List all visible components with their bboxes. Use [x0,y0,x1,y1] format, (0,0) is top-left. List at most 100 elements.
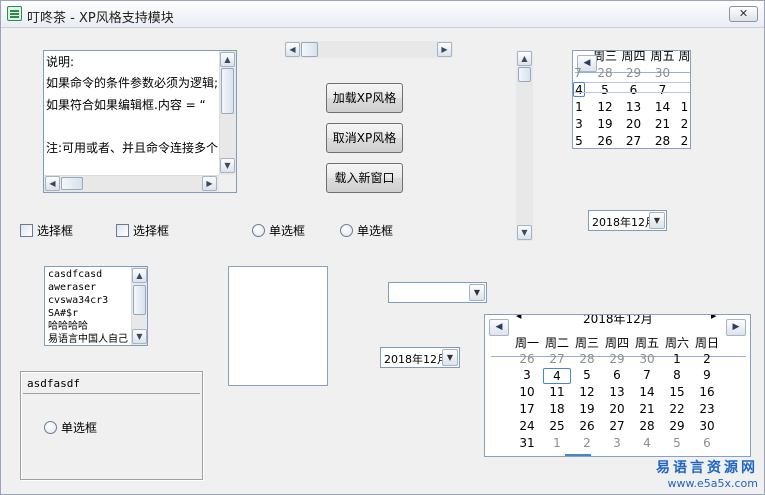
calendar-day[interactable]: 29 [619,66,648,80]
description-textarea[interactable]: 说明: 如果命令的条件参数必须为逻辑; 如果符合如果编辑框.内容 = “ 注:可… [43,50,237,193]
calendar-day[interactable]: 28 [572,352,602,366]
calendar-day[interactable]: 25 [542,419,572,433]
list-item[interactable]: SA#$r [48,307,78,320]
scroll-right-icon[interactable]: ▶ [202,176,217,191]
calendar-day[interactable]: 5 [591,83,619,97]
horizontal-scrollbar[interactable]: ◀ ▶ [285,41,453,58]
calendar-day[interactable]: 1 [542,436,572,450]
calendar-day[interactable]: 26 [591,134,619,148]
scroll-left-icon[interactable]: ◀ [285,42,300,57]
scroll-thumb[interactable] [301,42,318,57]
calendar-day[interactable]: 29 [662,419,692,433]
calendar-day[interactable]: 8 [662,368,692,382]
small-calendar[interactable]: 周三 周四 周五 周 ◀ 7 28 29 30 4 5 6 7 1 12 13 … [572,50,691,149]
checkbox-box[interactable] [20,224,33,237]
calendar-day[interactable]: 3 [602,436,632,450]
calendar-day[interactable]: 6 [692,436,722,450]
scroll-thumb[interactable] [61,177,83,190]
close-button[interactable]: ✕ [729,6,758,22]
calendar-prev-small-icon[interactable]: ◀ [516,315,521,320]
calendar-day[interactable]: 10 [512,385,542,399]
scroll-up-icon[interactable]: ▲ [220,52,235,67]
calendar-day[interactable]: 30 [692,419,722,433]
radio-dot[interactable] [340,224,353,237]
checkbox-1[interactable]: 选择框 [20,222,73,239]
radio-1[interactable]: 单选框 [252,222,305,239]
calendar-day[interactable]: 1 [662,352,692,366]
calendar-day[interactable]: 7 [573,66,585,80]
calendar-day[interactable]: 3 [512,368,542,382]
list-item[interactable]: 哈哈哈哈 [48,320,88,333]
list-item[interactable]: 易语言中国人自己 [48,333,132,345]
scroll-up-icon[interactable]: ▲ [517,51,532,66]
textarea-horizontal-scrollbar[interactable]: ◀ ▶ [44,175,219,192]
checkbox-box[interactable] [116,224,129,237]
open-new-window-button[interactable]: 载入新窗口 [326,163,403,193]
scroll-down-icon[interactable]: ▼ [517,225,532,240]
list-item[interactable]: aweraser [48,281,96,294]
calendar-day[interactable]: 27 [542,352,572,366]
calendar-day[interactable]: 29 [602,352,632,366]
calendar-day[interactable]: 14 [632,385,662,399]
radio-2[interactable]: 单选框 [340,222,393,239]
calendar-day[interactable]: 22 [662,402,692,416]
calendar-day[interactable]: 1 [677,100,690,114]
chevron-down-icon[interactable]: ▼ [649,212,665,229]
calendar-day[interactable]: 3 [573,117,585,131]
calendar-day[interactable]: 5 [662,436,692,450]
calendar-day[interactable]: 13 [602,385,632,399]
group-radio[interactable]: 单选框 [44,419,97,436]
calendar-day[interactable]: 1 [573,100,585,114]
calendar-day[interactable]: 26 [512,352,542,366]
calendar-day[interactable]: 17 [512,402,542,416]
calendar-day[interactable]: 4 [543,368,571,384]
calendar-day[interactable]: 5 [572,368,602,382]
calendar-day[interactable]: 18 [542,402,572,416]
calendar-day[interactable]: 2 [677,134,690,148]
date-picker-middle[interactable]: 2018年12月 ▼ [380,347,460,368]
scroll-up-icon[interactable]: ▲ [132,268,147,283]
chevron-down-icon[interactable]: ▼ [469,284,485,301]
list-item[interactable]: cvswa34cr3 [48,294,108,307]
calendar-day[interactable]: 7 [632,368,662,382]
calendar-day[interactable]: 31 [512,436,542,450]
calendar-day[interactable]: 28 [632,419,662,433]
textarea-vertical-scrollbar[interactable]: ▲ ▼ [219,51,236,175]
scroll-right-icon[interactable]: ▶ [437,42,452,57]
calendar-day[interactable]: 24 [512,419,542,433]
radio-dot[interactable] [44,421,57,434]
calendar-day[interactable]: 26 [572,419,602,433]
calendar-day[interactable]: 12 [591,100,619,114]
calendar-day[interactable]: 16 [692,385,722,399]
calendar-day[interactable]: 27 [619,134,648,148]
calendar-day[interactable]: 20 [602,402,632,416]
calendar-day[interactable]: 28 [591,66,619,80]
listbox[interactable]: casdfcasd aweraser cvswa34cr3 SA#$r 哈哈哈哈… [44,266,148,346]
month-calendar[interactable]: 2018年12月 ◀ ▶ ◀ ▶ 周一 周二 周三 周四 周五 周六 周日 26… [484,314,751,457]
calendar-day[interactable]: 13 [619,100,648,114]
scroll-thumb[interactable] [133,285,146,315]
calendar-day[interactable]: 12 [572,385,602,399]
calendar-day[interactable]: 23 [692,402,722,416]
calendar-day[interactable]: 5 [573,134,585,148]
calendar-day[interactable]: 20 [619,117,648,131]
scroll-thumb[interactable] [221,68,234,114]
calendar-next-icon[interactable]: ▶ [726,319,746,336]
scroll-down-icon[interactable]: ▼ [132,329,147,344]
calendar-day[interactable]: 2 [692,352,722,366]
calendar-day[interactable]: 2 [677,117,690,131]
title-bar[interactable]: 叮咚茶 - XP风格支持模块 ✕ [1,1,764,28]
calendar-day[interactable]: 11 [542,385,572,399]
cancel-xp-style-button[interactable]: 取消XP风格 [326,123,403,153]
checkbox-2[interactable]: 选择框 [116,222,169,239]
calendar-next-small-icon[interactable]: ▶ [711,315,716,320]
load-xp-style-button[interactable]: 加载XP风格 [326,83,403,113]
calendar-day[interactable]: 6 [602,368,632,382]
calendar-day[interactable]: 30 [632,352,662,366]
calendar-day[interactable]: 4 [573,82,585,97]
calendar-day[interactable]: 28 [648,134,677,148]
radio-dot[interactable] [252,224,265,237]
listbox-vertical-scrollbar[interactable]: ▲ ▼ [131,267,147,345]
calendar-day[interactable]: 7 [648,83,677,97]
calendar-day[interactable]: 30 [648,66,677,80]
